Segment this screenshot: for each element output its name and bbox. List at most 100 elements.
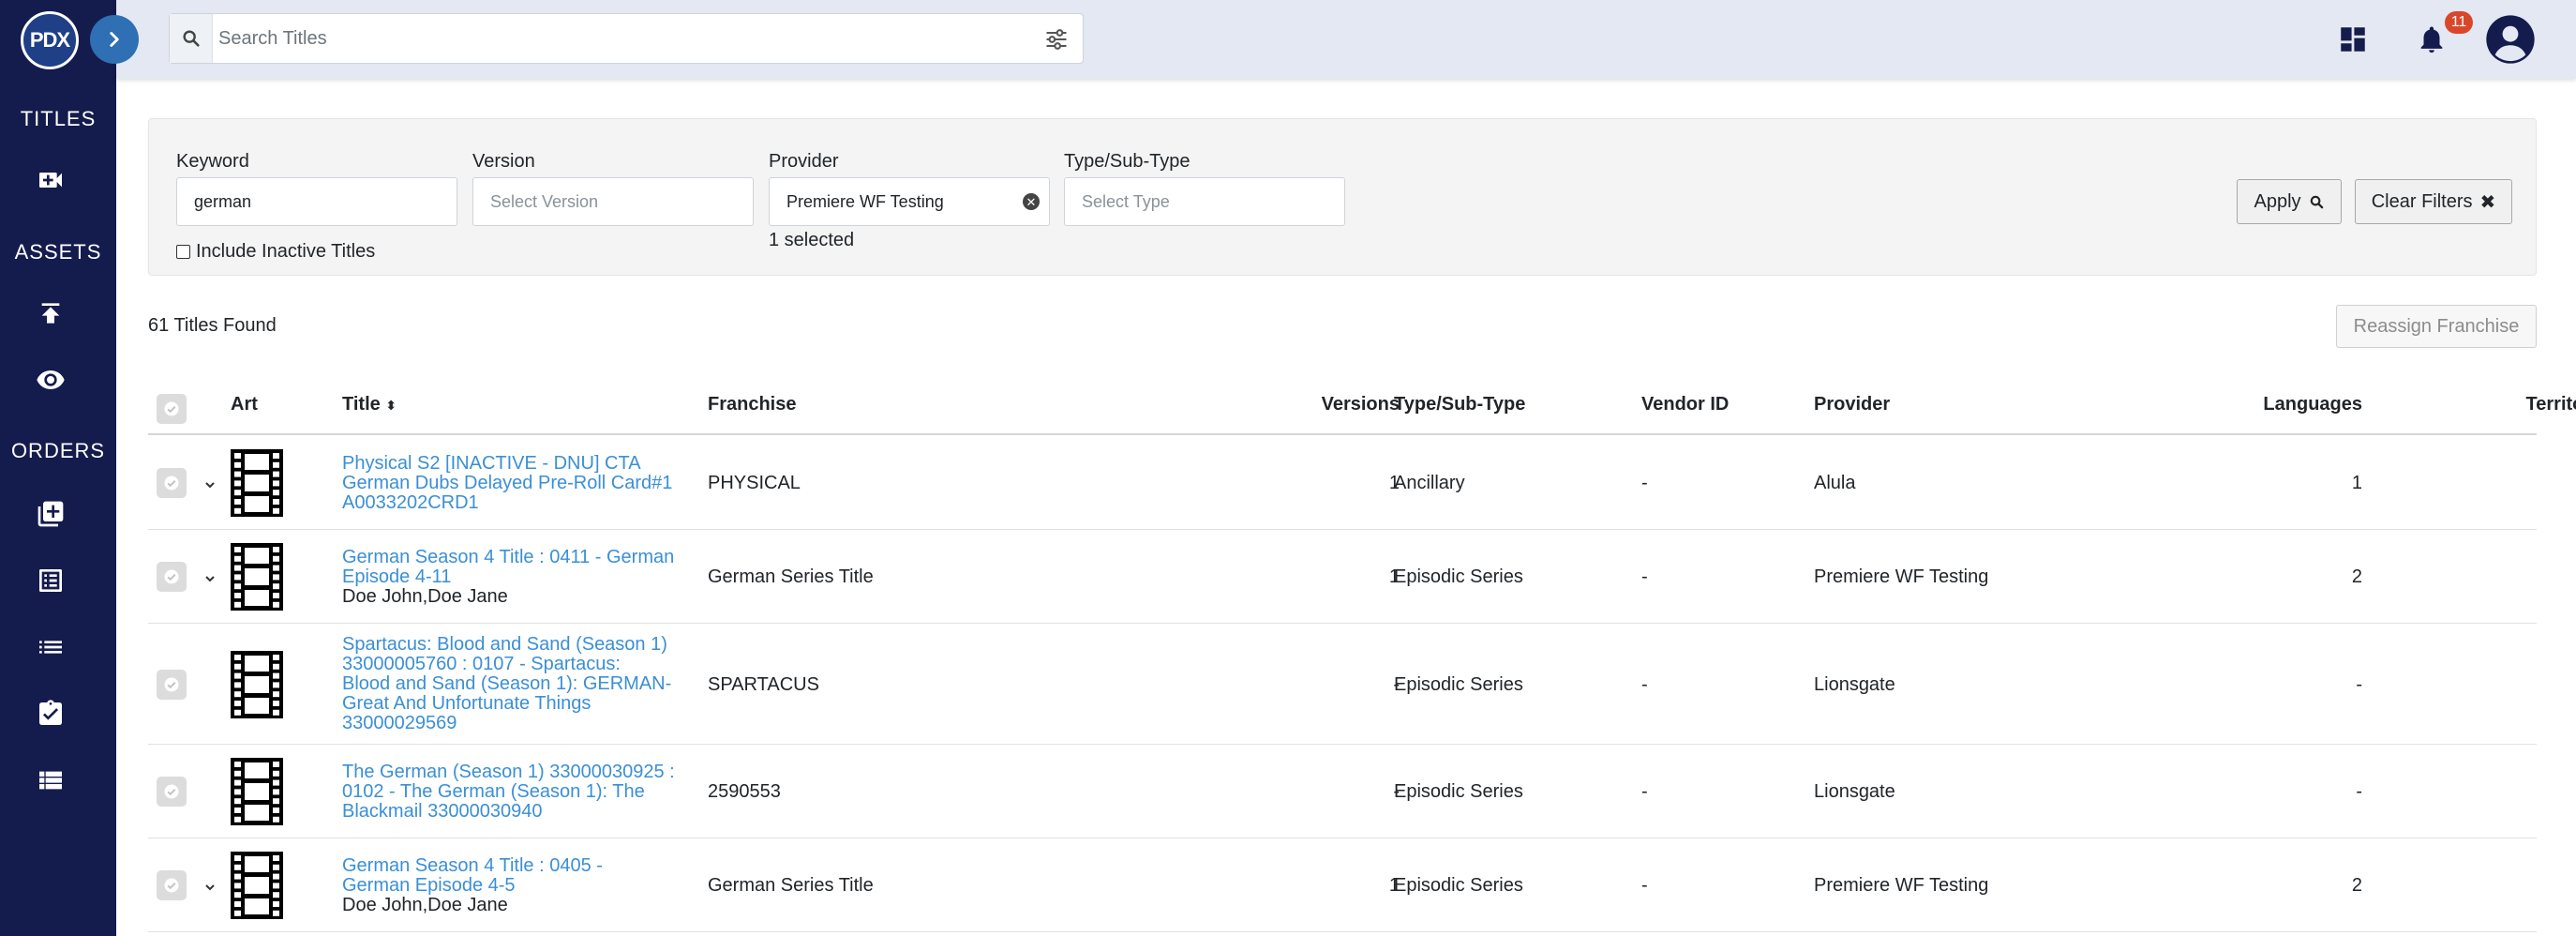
header-franchise: Franchise [708, 394, 797, 415]
title-line: 0102 - The German (Season 1): The [342, 780, 645, 802]
assignment-check-icon[interactable] [32, 695, 69, 732]
territories-cell: - [2430, 674, 2576, 696]
sidebar-expand-button[interactable] [90, 15, 139, 64]
header-versions: Versions [1321, 394, 1400, 415]
clear-filters-button[interactable]: Clear Filters ✖ [2355, 179, 2512, 224]
upload-icon[interactable] [32, 294, 69, 332]
title-line: Episode 4-11 [342, 566, 452, 587]
type-select[interactable]: Select Type [1064, 177, 1345, 226]
keyword-input[interactable]: german [176, 177, 457, 226]
sidebar-section-assets: ASSETS [14, 240, 102, 264]
view-list-icon[interactable] [32, 762, 69, 799]
title-cell: The German (Season 1) 33000030925 :0102 … [342, 762, 698, 822]
row-checkbox[interactable] [157, 777, 187, 807]
eye-icon[interactable] [32, 361, 69, 399]
versions-cell: 1 [1388, 473, 1400, 493]
languages-cell: - [2356, 673, 2362, 695]
languages-cell: - [2356, 781, 2362, 802]
vendor-id-cell: - [1641, 473, 1648, 493]
vendor-id-cell: - [1641, 875, 1648, 896]
header-provider: Provider [1814, 394, 1891, 415]
type-cell: Episodic Series [1394, 566, 1523, 587]
versions-cell: - [1393, 673, 1400, 695]
search-icon [170, 14, 213, 63]
title-link[interactable]: Physical S2 [INACTIVE - DNU] CTA German D… [342, 452, 698, 513]
title-line: German Season 4 Title : 0411 - German [342, 546, 675, 567]
title-line: Spartacus: Blood and Sand (Season 1) [342, 634, 667, 655]
chevron-down-icon[interactable] [202, 571, 217, 586]
provider-cell: Premiere WF Testing [1814, 566, 1989, 587]
franchise-cell: PHYSICAL [708, 473, 801, 493]
clear-filters-label: Clear Filters [2371, 190, 2473, 212]
apply-button[interactable]: Apply [2237, 179, 2342, 224]
territories-cell: 1 [2430, 875, 2576, 897]
title-cell: German Season 4 Title : 0411 - German Epi… [342, 546, 698, 607]
table-row: Spartacus: Blood and Sand (Season 1) 3300… [148, 624, 2537, 745]
include-inactive-checkbox[interactable] [176, 245, 190, 259]
list-alt-icon[interactable] [32, 562, 69, 599]
versions-cell: - [1393, 781, 1400, 802]
chevron-down-icon[interactable] [202, 880, 217, 895]
title-credits: Doe John,Doe Jane [342, 894, 508, 915]
search-icon [2310, 195, 2323, 208]
sort-icon: ⬍ [385, 398, 397, 413]
reassign-franchise-button[interactable]: Reassign Franchise [2336, 305, 2537, 348]
filter-panel: Keyword german Version Select Version Pr… [148, 118, 2537, 276]
type-cell: Ancillary [1394, 473, 1465, 493]
sliders-icon[interactable] [1043, 26, 1070, 53]
sidebar-section-titles: TITLES [20, 107, 97, 130]
provider-value: Premiere WF Testing [786, 191, 944, 211]
dashboard-icon[interactable] [2330, 17, 2375, 62]
provider-selected-count: 1 selected [769, 230, 855, 250]
chevron-down-icon[interactable] [202, 477, 217, 492]
version-select[interactable]: Select Version [472, 177, 754, 226]
title-line: German Season 4 Title : 0405 - [342, 854, 603, 876]
clear-provider-icon[interactable]: ✕ [1023, 193, 1040, 210]
header-title-label: Title [342, 394, 381, 415]
provider-label: Provider [769, 151, 839, 172]
title-cell: Physical S2 [INACTIVE - DNU] CTA German D… [342, 452, 698, 513]
sidebar-section-orders: ORDERS [10, 439, 106, 462]
include-inactive-label: Include Inactive Titles [196, 241, 376, 262]
video-add-icon[interactable] [32, 161, 69, 199]
title-line: Blackmail 33000030940 [342, 800, 543, 822]
header-type: Type/Sub-Type [1394, 394, 1526, 415]
title-line: The German (Season 1) 33000030925 : [342, 761, 675, 782]
row-checkbox[interactable] [157, 468, 187, 498]
languages-cell: 1 [2351, 473, 2362, 493]
version-label: Version [472, 151, 535, 172]
keyword-label: Keyword [176, 151, 249, 172]
vendor-id-cell: - [1641, 566, 1648, 587]
type-label: Type/Sub-Type [1064, 151, 1191, 172]
title-line: Physical S2 [INACTIVE - DNU] CTA [342, 452, 641, 474]
row-checkbox[interactable] [157, 669, 187, 700]
row-checkbox[interactable] [157, 562, 187, 592]
title-line: Great And Unfortunate Things [342, 693, 592, 714]
table-row: The German (Season 1) 33000030925 :0102 … [148, 745, 2537, 838]
versions-cell: 1 [1388, 566, 1400, 587]
list-icon[interactable] [32, 628, 69, 666]
title-link[interactable]: The German (Season 1) 33000030925 :0102 … [342, 762, 698, 822]
franchise-cell: 2590553 [708, 781, 781, 802]
title-line: 33000005760 : 0107 - Spartacus: [342, 654, 621, 674]
header-territories: Territories [2525, 394, 2576, 415]
title-cell: Spartacus: Blood and Sand (Season 1) 3300… [342, 635, 698, 733]
select-all-checkbox[interactable] [157, 394, 187, 424]
user-avatar-icon[interactable] [2482, 11, 2539, 68]
pdx-logo[interactable]: PDX [21, 11, 79, 69]
search-input[interactable] [218, 22, 1006, 55]
provider-select[interactable]: Premiere WF Testing ✕ [769, 177, 1050, 226]
header-title[interactable]: Title ⬍ [342, 394, 397, 415]
title-link[interactable]: German Season 4 Title : 0405 - German Epi… [342, 854, 698, 896]
row-checkbox[interactable] [157, 870, 187, 900]
provider-cell: Lionsgate [1814, 781, 1895, 802]
type-cell: Episodic Series [1394, 673, 1523, 695]
title-link[interactable]: German Season 4 Title : 0411 - German Epi… [342, 546, 698, 587]
chevron-right-icon [110, 32, 119, 47]
film-icon [229, 756, 285, 827]
type-cell: Episodic Series [1394, 875, 1523, 896]
type-cell: Episodic Series [1394, 781, 1523, 802]
add-box-icon[interactable] [32, 495, 69, 533]
title-link[interactable]: Spartacus: Blood and Sand (Season 1) 3300… [342, 635, 698, 733]
franchise-cell: SPARTACUS [708, 673, 819, 695]
